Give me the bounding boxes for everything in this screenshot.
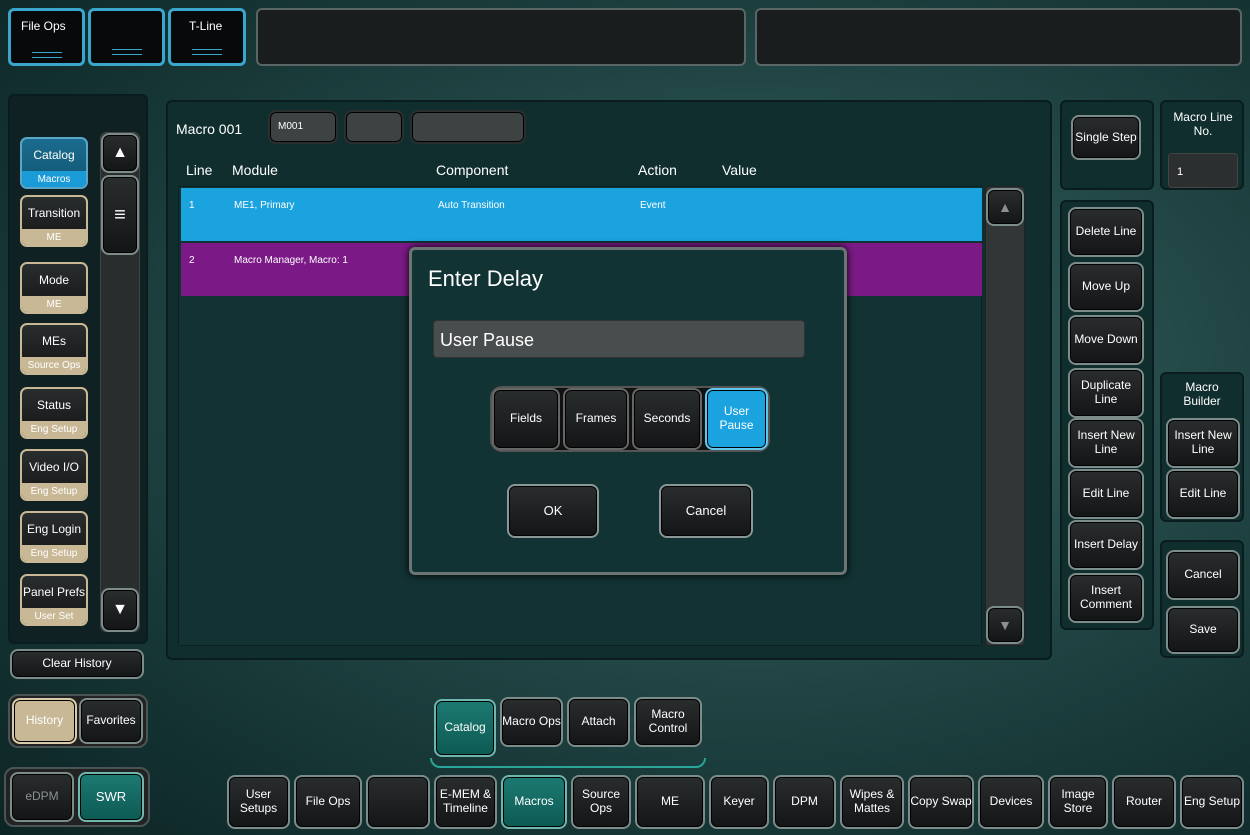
dialog-title: Enter Delay [428,266,543,291]
top-display-1 [256,8,746,66]
table-row[interactable]: 1 ME1, Primary Auto Transition Event [181,188,982,241]
unit-user-pause-button[interactable]: User Pause [705,388,768,450]
bottom-tab-e-mem-timeline[interactable]: E-MEM & Timeline [434,775,497,829]
macro-builder-insert-new-line-button[interactable]: Insert New Line [1166,418,1240,468]
dialog-ok-button[interactable]: OK [507,484,599,538]
unit-seconds-button[interactable]: Seconds [632,388,702,450]
insert-delay-button[interactable]: Insert Delay [1068,520,1144,570]
edpm-button[interactable]: eDPM [10,772,74,822]
table-scroll-down-button[interactable]: ▼ [986,606,1024,644]
move-up-button[interactable]: Move Up [1068,262,1144,312]
bottom-tab-source-ops[interactable]: Source Ops [571,775,631,829]
subtab-catalog[interactable]: Catalog [434,699,496,757]
subtab-attach[interactable]: Attach [567,697,630,747]
bottom-tab-eng-setup[interactable]: Eng Setup [1180,775,1244,829]
bottom-tab-file-ops[interactable]: File Ops [294,775,362,829]
save-button[interactable]: Save [1166,606,1240,654]
macro-title: Macro 001 [176,121,243,137]
macro-builder-edit-line-button[interactable]: Edit Line [1166,469,1240,519]
sidebar-item-panel-prefs[interactable]: Panel Prefs User Set [20,574,88,626]
bottom-tab-keyer[interactable]: Keyer [709,775,769,829]
delete-line-button[interactable]: Delete Line [1068,207,1144,257]
favorites-button[interactable]: Favorites [79,698,143,744]
top-display-2 [755,8,1242,66]
bottom-tab-user-setups[interactable]: User Setups [227,775,290,829]
column-header-component: Component [436,162,509,178]
history-button[interactable]: History [12,698,77,744]
sidebar-item-video-io[interactable]: Video I/O Eng Setup [20,449,88,501]
column-header-line: Line [186,162,213,178]
sidebar-item-status[interactable]: Status Eng Setup [20,387,88,439]
subtab-macro-ops[interactable]: Macro Ops [500,697,563,747]
macro-field-2[interactable] [344,110,404,144]
file-ops-indicator-icon [32,52,62,58]
unit-frames-button[interactable]: Frames [563,388,629,450]
sidebar-item-transition[interactable]: Transition ME [20,195,88,247]
bottom-tab-macros[interactable]: Macros [501,775,567,829]
top-tab-t-line[interactable]: T-Line [168,8,246,66]
sidebar-scroll-down-button[interactable]: ▼ [101,588,139,632]
macro-field-3[interactable] [410,110,526,144]
tab-indicator-icon [192,49,222,55]
edit-line-button[interactable]: Edit Line [1068,469,1144,519]
macro-name-field[interactable]: M001 [268,110,338,144]
delay-value-field[interactable]: User Pause [433,320,805,358]
sidebar-item-catalog[interactable]: Catalog Macros [20,137,88,189]
macro-line-no-label: Macro Line No. [1173,110,1233,138]
column-header-module: Module [232,162,278,178]
sidebar-scroll-up-button[interactable]: ▲ [101,133,139,173]
subtab-connector [430,758,706,768]
cancel-button[interactable]: Cancel [1166,550,1240,600]
bottom-tab-dpm[interactable]: DPM [773,775,836,829]
single-step-button[interactable]: Single Step [1071,115,1141,160]
bottom-tab-blank[interactable] [366,775,430,829]
bottom-tab-me[interactable]: ME [635,775,705,829]
bottom-tab-router[interactable]: Router [1112,775,1176,829]
sidebar-item-mes[interactable]: MEs Source Ops [20,323,88,375]
clear-history-button[interactable]: Clear History [10,649,144,679]
unit-fields-button[interactable]: Fields [492,388,560,450]
tab-indicator-icon [111,49,142,55]
macro-builder-label: Macro Builder [1183,380,1221,408]
bottom-tab-wipes-mattes[interactable]: Wipes & Mattes [840,775,904,829]
sidebar-scroll-handle[interactable]: ≡ [101,175,139,255]
sidebar-item-eng-login[interactable]: Eng Login Eng Setup [20,511,88,563]
table-scroll-up-button[interactable]: ▲ [986,188,1024,226]
column-header-action: Action [638,162,677,178]
column-header-value: Value [722,162,757,178]
bottom-tab-devices[interactable]: Devices [978,775,1044,829]
duplicate-line-button[interactable]: Duplicate Line [1068,368,1144,418]
subtab-macro-control[interactable]: Macro Control [634,697,702,747]
table-scrollbar[interactable] [985,186,1025,646]
swr-button[interactable]: SWR [78,772,144,822]
move-down-button[interactable]: Move Down [1068,315,1144,365]
top-bar: File Ops T-Line [0,0,1250,72]
bottom-tab-image-store[interactable]: Image Store [1048,775,1108,829]
sidebar-item-mode[interactable]: Mode ME [20,262,88,314]
top-tab-blank[interactable] [88,8,165,66]
macro-line-no-field[interactable]: 1 [1168,153,1238,188]
insert-new-line-button[interactable]: Insert New Line [1068,418,1144,468]
dialog-cancel-button[interactable]: Cancel [659,484,753,538]
insert-comment-button[interactable]: Insert Comment [1068,573,1144,623]
bottom-tab-copy-swap[interactable]: Copy Swap [908,775,974,829]
